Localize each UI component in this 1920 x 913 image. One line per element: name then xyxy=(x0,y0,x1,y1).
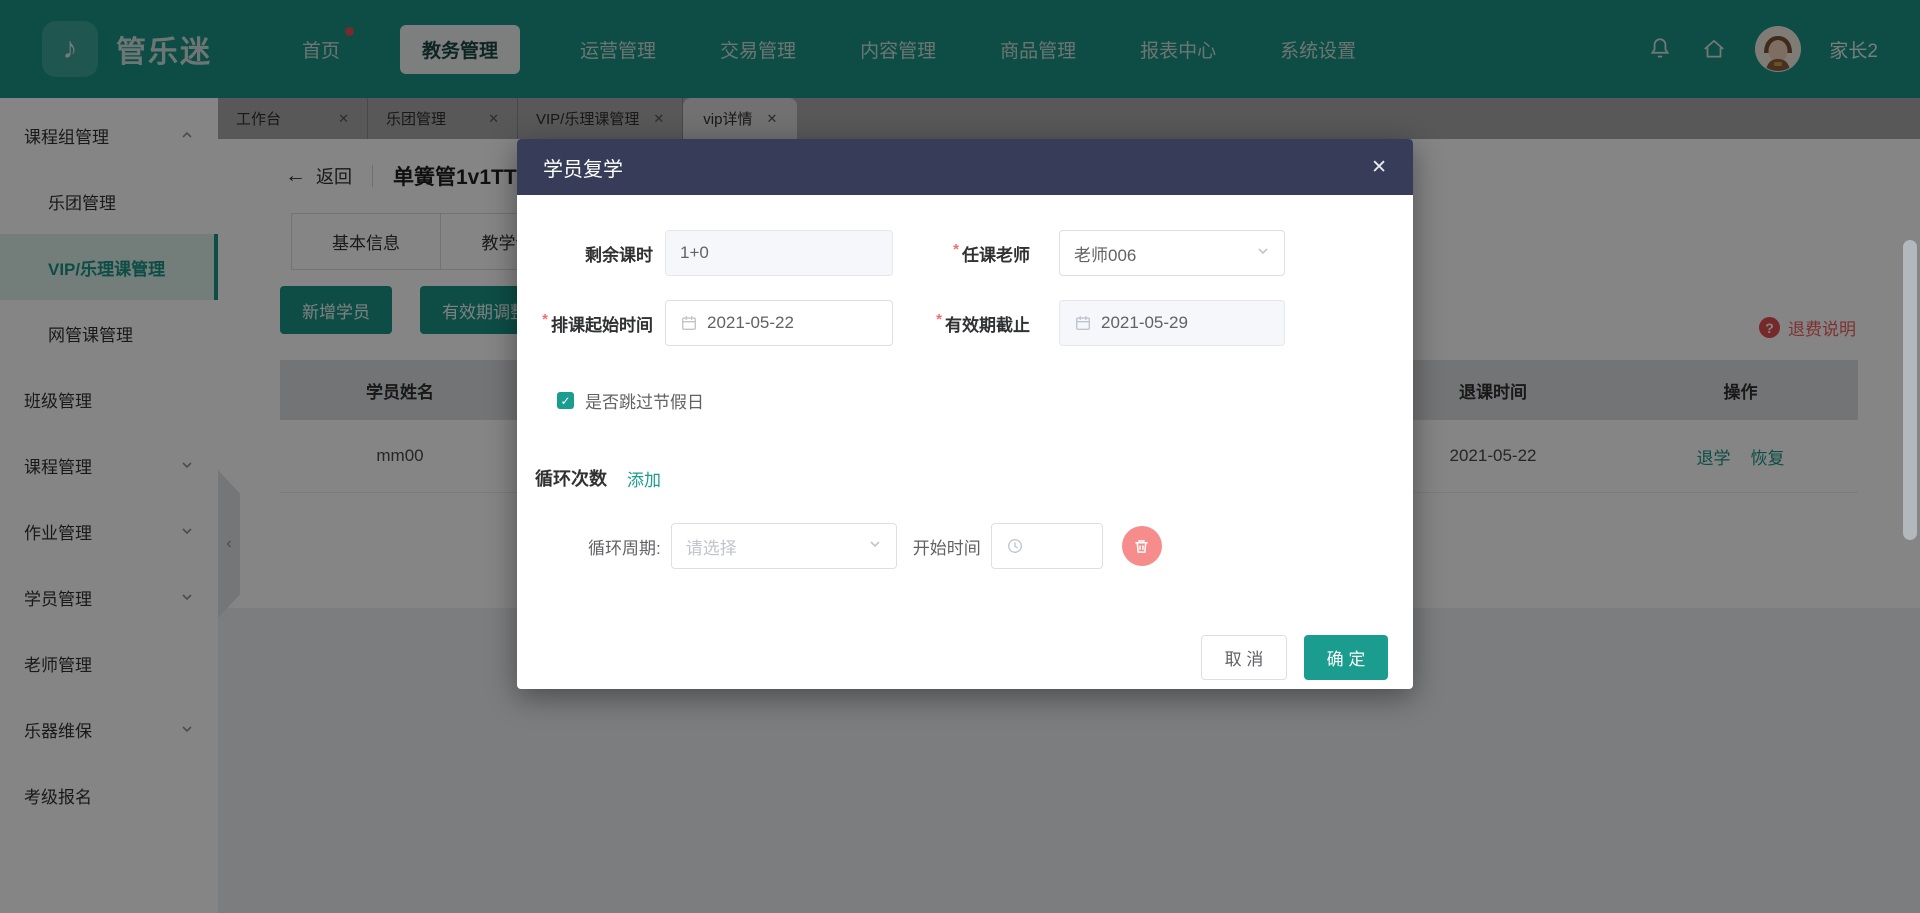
confirm-button[interactable]: 确 定 xyxy=(1304,635,1388,680)
delete-cycle-button[interactable] xyxy=(1122,526,1162,566)
cycle-section: 循环次数 添加 xyxy=(517,465,1413,491)
required-asterisk: * xyxy=(542,311,548,328)
check-icon: ✓ xyxy=(560,394,570,408)
calendar-icon xyxy=(1074,314,1092,332)
resume-study-modal: 学员复学 ✕ 剩余课时 1+0 *任课老师 老师006 *排课起始时间 xyxy=(517,139,1413,689)
cycle-row: 循环周期: 请选择 开始时间 xyxy=(517,523,1413,569)
skip-holiday-row: ✓ 是否跳过节假日 xyxy=(517,388,1413,413)
modal-header: 学员复学 ✕ xyxy=(517,139,1413,195)
end-date-label: *有效期截止 xyxy=(893,311,1042,336)
form-row-2: *排课起始时间 2021-05-22 *有效期截止 2021-05-29 xyxy=(517,300,1413,346)
modal-footer: 取 消 确 定 xyxy=(517,635,1413,680)
app-root: ♪ 管乐迷 首页 教务管理 运营管理 交易管理 内容管理 商品管理 报表中心 系… xyxy=(0,0,1920,913)
required-asterisk: * xyxy=(953,241,959,258)
cycle-period-label: 循环周期: xyxy=(588,534,661,559)
chevron-down-icon xyxy=(1256,244,1270,258)
scrollbar-thumb[interactable] xyxy=(1903,240,1917,540)
add-cycle-link[interactable]: 添加 xyxy=(627,466,661,491)
skip-holiday-checkbox[interactable]: ✓ xyxy=(557,392,574,409)
start-time-picker[interactable] xyxy=(991,523,1103,569)
trash-icon xyxy=(1133,538,1150,555)
end-date-picker: 2021-05-29 xyxy=(1059,300,1285,346)
modal-close-icon[interactable]: ✕ xyxy=(1371,156,1387,179)
start-date-label: *排课起始时间 xyxy=(517,311,665,336)
required-asterisk: * xyxy=(936,311,942,328)
start-time-label: 开始时间 xyxy=(913,534,981,559)
cycle-section-label: 循环次数 xyxy=(535,465,607,491)
start-date-picker[interactable]: 2021-05-22 xyxy=(665,300,893,346)
cancel-button[interactable]: 取 消 xyxy=(1201,635,1287,680)
clock-icon xyxy=(1006,537,1024,555)
skip-holiday-label: 是否跳过节假日 xyxy=(585,388,704,413)
cycle-period-select[interactable]: 请选择 xyxy=(671,523,897,569)
remaining-hours-label: 剩余课时 xyxy=(517,241,665,266)
teacher-select[interactable]: 老师006 xyxy=(1059,230,1285,276)
teacher-label: *任课老师 xyxy=(893,241,1042,266)
form-row-1: 剩余课时 1+0 *任课老师 老师006 xyxy=(517,230,1413,276)
calendar-icon xyxy=(680,314,698,332)
modal-title: 学员复学 xyxy=(543,153,623,182)
remaining-hours-field: 1+0 xyxy=(665,230,893,276)
chevron-down-icon xyxy=(868,537,882,551)
